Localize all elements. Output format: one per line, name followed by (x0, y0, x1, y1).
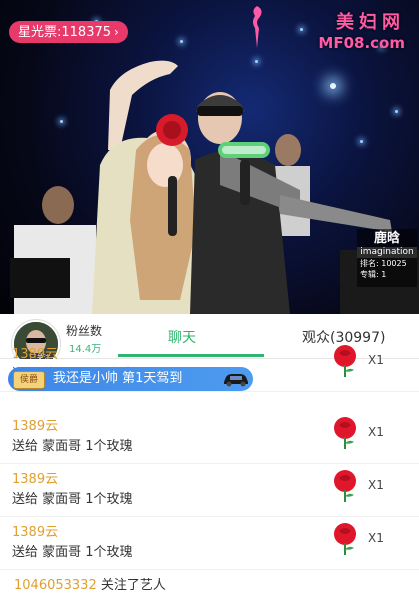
artist-info-card[interactable]: 鹿晗 imagination 排名: 10025 专辑: 1 (357, 229, 417, 287)
chat-message: 1389云 送给 蒙面哥 1个玫瑰 X1 (0, 411, 419, 464)
message-text: 送给 蒙面哥 1个玫瑰 (12, 545, 133, 560)
gift-quantity: X1 (368, 478, 384, 492)
chevron-right-icon: › (114, 25, 119, 39)
gift-quantity: X1 (368, 531, 384, 545)
rank-badge: 侯爵 (13, 371, 45, 389)
follow-notice: 1046053332 关注了艺人 (14, 574, 166, 593)
live-video[interactable]: 星光票:118375 › 美妇网 MF08.com 鹿晗 imagination … (0, 0, 419, 314)
chat-message: 1389云 送给 蒙面哥 1个玫瑰 X1 (0, 464, 419, 517)
watermark-logo-icon (253, 6, 262, 48)
artist-name: 鹿晗 (373, 231, 400, 246)
rose-gift-icon (334, 523, 356, 555)
message-text: 送给 蒙面哥 1个玫瑰 (12, 492, 133, 507)
entrance-text: 我还是小帅 第1天驾到 (53, 371, 183, 386)
message-username[interactable]: 1389云 (12, 468, 58, 487)
artist-song: imagination (357, 247, 417, 258)
car-icon (224, 374, 248, 387)
watermark-url: MF08.com (318, 34, 405, 52)
message-username[interactable]: 1389云 (12, 521, 58, 540)
follower-id[interactable]: 1046053332 (14, 578, 97, 593)
message-username[interactable]: 1389云 (12, 415, 58, 434)
follow-action-text: 关注了艺人 (96, 578, 166, 593)
chat-list[interactable]: 1389云 送给 蒙面哥 1个玫瑰 X1 1389云 送给 蒙面哥 1个玫瑰 X… (0, 345, 419, 605)
rose-gift-icon (334, 417, 356, 449)
vip-entrance-banner: 侯爵 我还是小帅 第1天驾到 (8, 367, 253, 391)
chat-message: 1389云 送给 蒙面哥 1个玫瑰 X1 (0, 517, 419, 570)
artist-album: 专辑: 1 (360, 270, 387, 279)
fans-label: 粉丝数 (66, 324, 103, 338)
rose-gift-icon (334, 345, 356, 377)
message-username[interactable]: 1389云 (12, 343, 58, 362)
artist-rank: 排名: 10025 (360, 259, 407, 268)
gift-quantity: X1 (368, 353, 384, 367)
starlight-tickets-label: 星光票:118375 (18, 25, 112, 40)
watermark-title: 美妇网 (336, 12, 405, 33)
watermark: 美妇网 MF08.com (318, 8, 405, 52)
message-text: 送给 蒙面哥 1个玫瑰 (12, 439, 133, 454)
rose-gift-icon (334, 470, 356, 502)
starlight-tickets-button[interactable]: 星光票:118375 › (9, 21, 128, 43)
gift-quantity: X1 (368, 425, 384, 439)
